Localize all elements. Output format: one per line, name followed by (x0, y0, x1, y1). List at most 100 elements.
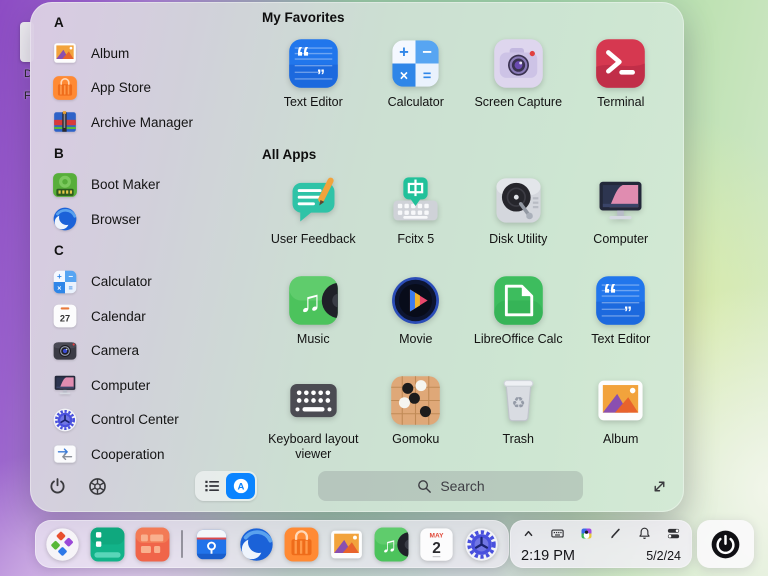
svg-text:♻: ♻ (511, 395, 525, 412)
time-label: 2:19 PM (521, 548, 575, 564)
tray-icons-row (521, 525, 681, 541)
sidebar-section-letter: C (54, 243, 64, 258)
app-calculator[interactable]: + − × = Calculator (365, 37, 468, 133)
power-icon (47, 476, 68, 497)
gomoku-icon (389, 374, 442, 427)
tray-keyboard[interactable] (550, 526, 565, 541)
app-label: Computer (593, 232, 649, 246)
app-text-editor[interactable]: “” Text Editor (262, 37, 365, 133)
screen-capture-icon (492, 37, 545, 90)
shutdown-button[interactable] (44, 473, 70, 499)
sidebar-item-computer[interactable]: Computer (52, 368, 262, 403)
svg-text:A: A (237, 482, 244, 493)
libreoffice-calc-icon (492, 274, 545, 327)
calculator-icon: + − × = (389, 37, 442, 90)
dock-album[interactable] (328, 526, 365, 563)
app-album[interactable]: Album (570, 374, 673, 474)
album-icon (594, 374, 647, 427)
search-input[interactable]: Search (318, 471, 583, 501)
terminal-icon (594, 37, 647, 90)
app-terminal[interactable]: Terminal (570, 37, 673, 133)
svg-text:−: − (68, 272, 73, 281)
sidebar-item-archive-manager[interactable]: Archive Manager (52, 105, 262, 140)
app-label: Text Editor (283, 95, 343, 109)
app-keyboard-layout-viewer[interactable]: Keyboard layout viewer (262, 374, 365, 474)
sidebar-item-boot-maker[interactable]: Boot Maker (52, 168, 262, 203)
taskbar-dock: ♫ MAY 2 (35, 520, 509, 568)
launcher-main-area: My Favorites “” Text Editor + − × = Calculator… (262, 2, 684, 512)
dock-browser[interactable] (238, 526, 275, 563)
sidebar-item-label: Computer (91, 377, 151, 393)
power-button[interactable] (697, 520, 754, 568)
svg-text:2: 2 (432, 539, 441, 556)
app-label: Terminal (597, 95, 645, 109)
app-computer[interactable]: Computer (570, 174, 673, 274)
grid-view-button[interactable]: A (226, 473, 255, 499)
sidebar-item-cooperation[interactable]: Cooperation (52, 437, 262, 472)
sidebar-item-label: Browser (91, 211, 141, 227)
sidebar-item-browser[interactable]: Browser (52, 202, 262, 237)
app-label: Trash (502, 432, 535, 446)
app-label: User Feedback (270, 232, 356, 246)
list-view-button[interactable] (197, 473, 226, 499)
app-movie[interactable]: Movie (365, 274, 468, 374)
app-label: Keyboard layout viewer (268, 432, 359, 461)
app-screen-capture[interactable]: Screen Capture (467, 37, 570, 133)
tray-pen[interactable] (608, 526, 623, 541)
dock-app-store[interactable] (283, 526, 320, 563)
app-fcitx-5[interactable]: Fcitx 5 (365, 174, 468, 274)
launcher-footer: A Search (44, 470, 668, 502)
sidebar-item-camera[interactable]: Camera (52, 334, 262, 369)
settings-button[interactable] (84, 473, 110, 499)
computer-icon (52, 372, 78, 398)
sidebar-item-control-center[interactable]: Control Center (52, 403, 262, 438)
sidebar-item-app-store[interactable]: App Store (52, 71, 262, 106)
tray-bell[interactable] (637, 526, 652, 541)
app-music[interactable]: ♫ Music (262, 274, 365, 374)
svg-text:♫: ♫ (381, 534, 397, 557)
app-text-editor[interactable]: “” Text Editor (570, 274, 673, 374)
album-icon (52, 40, 78, 66)
sidebar-item-calendar[interactable]: 27 Calendar (52, 299, 262, 334)
favorites-grid: “” Text Editor + − × = Calculator Screen Captur… (262, 37, 672, 133)
archive-manager-icon (52, 109, 78, 135)
dock-music[interactable]: ♫ (373, 526, 410, 563)
app-user-feedback[interactable]: User Feedback (262, 174, 365, 274)
sidebar-item-album[interactable]: Album (52, 36, 262, 71)
sidebar-item-calculator[interactable]: + − × = Calculator (52, 265, 262, 300)
svg-text:−: − (423, 42, 433, 61)
dock-file-manager[interactable] (193, 526, 230, 563)
svg-text:×: × (400, 69, 408, 85)
date-label: 5/2/24 (646, 549, 681, 563)
app-label: Movie (399, 332, 433, 346)
dock-calendar[interactable]: MAY 2 (418, 526, 455, 563)
tray-toggles[interactable] (666, 526, 681, 541)
calendar-27-icon: 27 (52, 303, 78, 329)
dock-control-center[interactable] (463, 526, 500, 563)
app-trash[interactable]: ♻ Trash (467, 374, 570, 474)
svg-text:=: = (423, 69, 431, 85)
keyboard-layout-icon (287, 374, 340, 427)
dock-app-grid[interactable] (134, 526, 171, 563)
tray-chevron-up[interactable] (521, 526, 536, 541)
app-libreoffice-calc[interactable]: LibreOffice Calc (467, 274, 570, 374)
svg-text:27: 27 (60, 314, 70, 324)
svg-text:×: × (57, 285, 61, 292)
clock[interactable]: 2:19 PM 5/2/24 (521, 548, 681, 564)
svg-text:MAY: MAY (430, 532, 445, 539)
user-feedback-icon (287, 174, 340, 227)
tray-input-method[interactable] (579, 526, 594, 541)
boot-maker-icon (52, 172, 78, 198)
dock-separator (181, 530, 183, 558)
app-gomoku[interactable]: Gomoku (365, 374, 468, 474)
camera-icon (52, 338, 78, 364)
dock-launcher[interactable] (44, 526, 81, 563)
app-store-icon (52, 75, 78, 101)
cooperation-icon (52, 441, 78, 467)
all-apps-grid: User Feedback Fcitx 5 Disk Utility Computer… (262, 174, 672, 474)
dock-green-list-app[interactable] (89, 526, 126, 563)
app-disk-utility[interactable]: Disk Utility (467, 174, 570, 274)
svg-text:“: “ (603, 279, 617, 311)
fullscreen-expand-button[interactable] (651, 478, 668, 495)
svg-text:+: + (57, 272, 62, 281)
